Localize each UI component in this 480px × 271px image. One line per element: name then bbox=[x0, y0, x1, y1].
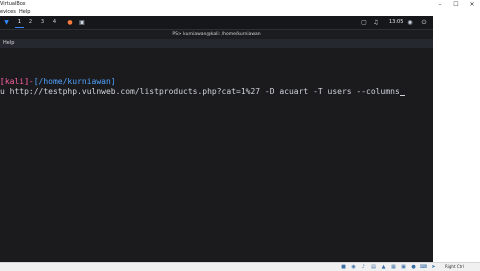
optical-icon[interactable]: ◉ bbox=[350, 264, 357, 270]
prompt-user: ⟦kali⟧- bbox=[0, 77, 34, 86]
workspace-3[interactable]: 3 bbox=[38, 18, 47, 27]
command-line: u http://testphp.vulnweb.com/listproduct… bbox=[0, 87, 405, 96]
vbox-menubar: evices Help bbox=[0, 9, 480, 16]
hdd-icon[interactable]: ■ bbox=[340, 264, 347, 270]
audio-icon[interactable]: ♪ bbox=[360, 264, 367, 270]
display-icon[interactable]: ▢ bbox=[360, 18, 368, 27]
app-icon[interactable]: ● bbox=[66, 18, 74, 27]
host-desktop bbox=[433, 16, 480, 262]
keyboard-icon[interactable]: ⌨ bbox=[420, 264, 427, 270]
capture-icon[interactable]: ● bbox=[410, 264, 417, 270]
menu-help[interactable]: Help bbox=[19, 9, 30, 15]
terminal-title: PS> kurniawan@kali: /home/kurniawan bbox=[172, 32, 261, 37]
display-status-icon[interactable]: ▣ bbox=[400, 264, 407, 270]
vbox-titlebar: VirtualBox – ☐ ✕ bbox=[0, 0, 480, 9]
panel-clock: 13:05 bbox=[389, 19, 404, 25]
kali-top-panel: ▼ 1 2 3 4 ● ▣ ▢ ♫ 13:05 ◉ ⏻ bbox=[0, 16, 433, 30]
prompt-path: [/home/kurniawan] bbox=[33, 77, 116, 86]
bell-icon[interactable]: ♫ bbox=[372, 18, 380, 27]
command-text: u http://testphp.vulnweb.com/listproduct… bbox=[0, 87, 400, 96]
lock-icon[interactable]: ◉ bbox=[406, 18, 414, 27]
network-icon[interactable]: ▤ bbox=[370, 264, 377, 270]
terminal-titlebar: PS> kurniawan@kali: /home/kurniawan bbox=[0, 30, 433, 39]
terminal-menu-help[interactable]: Help bbox=[3, 39, 14, 48]
workspace-2[interactable]: 2 bbox=[26, 18, 35, 27]
prompt-line: ⟦kali⟧-[/home/kurniawan] bbox=[0, 77, 116, 86]
vbox-window-title: VirtualBox bbox=[0, 1, 26, 7]
mouse-icon[interactable]: ➤ bbox=[430, 264, 437, 270]
menu-devices[interactable]: evices bbox=[0, 9, 16, 15]
usb-icon[interactable]: ▲ bbox=[380, 264, 387, 270]
power-icon[interactable]: ⏻ bbox=[420, 18, 428, 27]
minimize-button[interactable]: – bbox=[435, 0, 445, 9]
vm-screen: ▼ 1 2 3 4 ● ▣ ▢ ♫ 13:05 ◉ ⏻ PS> kurniawa… bbox=[0, 16, 433, 262]
shared-folder-icon[interactable]: ▦ bbox=[390, 264, 397, 270]
kali-menu-icon[interactable]: ▼ bbox=[2, 18, 11, 27]
maximize-button[interactable]: ☐ bbox=[451, 0, 461, 9]
workspace-4[interactable]: 4 bbox=[50, 18, 59, 27]
close-button[interactable]: ✕ bbox=[467, 0, 477, 9]
terminal-output[interactable]: ⟦kali⟧-[/home/kurniawan] u http://testph… bbox=[0, 48, 427, 262]
terminal-menubar: Help bbox=[0, 39, 433, 48]
workspace-1[interactable]: 1 bbox=[15, 18, 24, 28]
text-cursor bbox=[399, 95, 405, 96]
terminal-icon[interactable]: ▣ bbox=[78, 18, 86, 27]
